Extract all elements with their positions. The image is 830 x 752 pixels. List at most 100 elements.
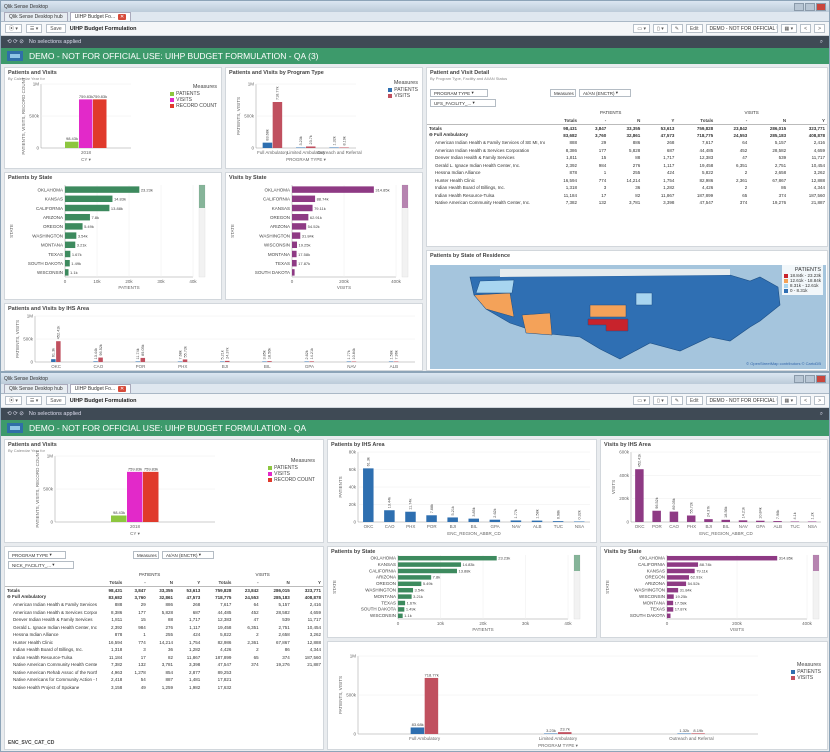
column-header[interactable]: N [260, 578, 292, 587]
aian-dropdown[interactable]: AI/AN (ENCTR) ▾ [162, 551, 214, 559]
bar-oregon[interactable] [667, 575, 690, 580]
patients-state-panel[interactable]: Patients by State 0 10k 20k 30k 40k OKLAHOMA 2… [327, 546, 597, 638]
table-row[interactable]: American Indian Health & Family Services… [5, 601, 323, 609]
patients-visits-panel[interactable]: Patients and Visits By Calendar Year for… [4, 67, 222, 169]
visits-state-panel[interactable]: Visits by State 0 200k 400k OKLAHOMA 314.85k… [225, 172, 423, 300]
scrollbar-thumb[interactable] [574, 555, 580, 571]
table-row[interactable]: Hunter Health Clinic 16,594 774 14,214 1,754… [5, 639, 323, 647]
bar-california[interactable] [65, 204, 110, 212]
bar-texas[interactable] [398, 600, 406, 606]
column-header[interactable]: - [579, 116, 609, 125]
legend-item-visits[interactable]: VISITS [388, 93, 418, 99]
column-header[interactable]: - [124, 578, 148, 587]
tab-app[interactable]: UIHP Budget Fo... ✕ [69, 384, 132, 393]
save-button[interactable]: Save [46, 396, 66, 405]
bar-visits-outreach-and-referral[interactable] [339, 147, 349, 148]
bar-oregon[interactable] [65, 223, 83, 230]
bar-visits-cao[interactable] [669, 511, 679, 522]
aian-dropdown[interactable]: AI/AN (ENCTR) ▾ [579, 89, 631, 97]
bar-visits-tuc[interactable] [790, 521, 800, 523]
bar-visits-outreach-and-referral[interactable] [691, 733, 705, 734]
bar-patients-bji[interactable] [447, 517, 458, 522]
bar-arizona[interactable] [398, 575, 432, 580]
bar-wisconsin[interactable] [65, 269, 69, 276]
close-button[interactable] [816, 374, 826, 383]
patients-visits-panel[interactable]: Patients and Visits By Calendar Year for… [4, 439, 324, 543]
bar-visits-phx[interactable] [686, 515, 696, 522]
bar-arizona[interactable] [65, 213, 90, 221]
bar-patients-phx[interactable] [405, 511, 416, 522]
bar-visits-alb[interactable] [393, 361, 399, 363]
selection-tools-icon[interactable]: ⟲ ⟳ ⊘ [7, 39, 24, 45]
bar-visits-gpa[interactable] [756, 520, 765, 522]
patients-ihs-panel[interactable]: Patients by IHS Area 0 20k 40k 60k 80k PATIEN… [327, 439, 597, 543]
scrollbar-thumb[interactable] [199, 185, 205, 208]
bar-patients-cao[interactable] [384, 510, 395, 522]
patients-state-panel[interactable]: Patients by State 0 10k 20k 30k 40k OKLAHOMA 2… [4, 172, 222, 300]
search-icon[interactable]: ⌕ [820, 39, 823, 46]
column-header[interactable]: Totals [202, 578, 234, 587]
bar-california[interactable] [292, 195, 316, 203]
bar-texas[interactable] [65, 250, 71, 258]
x-axis-label[interactable]: PROGRAM TYPE ▾ [538, 743, 578, 748]
table-row[interactable]: Gerald L. Ignace Indian Health Center, I… [5, 624, 323, 632]
map-panel[interactable]: Patients by State of Residence PATIENTS … [426, 250, 828, 371]
bar-patients-full-ambulatory[interactable] [410, 727, 425, 734]
bar-south-dakota[interactable] [398, 607, 405, 612]
x-axis-label[interactable]: ENC_REGION_ABBR_CD [447, 531, 501, 536]
close-button[interactable] [816, 2, 826, 11]
bar-visits-nav[interactable] [351, 361, 357, 363]
program-type-dropdown[interactable]: PROGRAM TYPE ▾ [8, 551, 66, 559]
bar-record-count-2018[interactable] [93, 99, 107, 148]
bar-oregon[interactable] [292, 213, 309, 221]
map-attribution[interactable]: © OpenStreetMap contributors © CartoDB [746, 361, 821, 366]
next-sheet-button[interactable]: > [814, 396, 825, 405]
edit-button[interactable]: Edit [685, 24, 703, 33]
bar-patients-nsa[interactable] [573, 521, 585, 523]
maximize-button[interactable] [805, 374, 815, 383]
x-axis-label[interactable]: CY ▾ [130, 531, 140, 536]
bar-visits-nav[interactable] [738, 520, 748, 522]
close-tab-icon[interactable]: ✕ [118, 14, 127, 20]
edit-pencil-icon[interactable]: ✎ [670, 396, 683, 405]
bar-south-dakota[interactable] [667, 613, 671, 619]
bar-montana[interactable] [667, 600, 674, 606]
bar-visits-bji[interactable] [225, 360, 230, 362]
bar-california[interactable] [398, 568, 457, 574]
bar-wisconsin[interactable] [667, 594, 674, 599]
bar-visits-2018[interactable] [79, 99, 93, 148]
bar-visits-bil[interactable] [721, 519, 731, 522]
bar-patients-gpa[interactable] [304, 361, 309, 363]
bar-montana[interactable] [292, 250, 297, 258]
table-row[interactable]: American Indian Health & Family Services… [427, 139, 827, 147]
bar-oregon[interactable] [398, 581, 422, 587]
bar-patients-okc[interactable] [51, 359, 56, 362]
bar-patients-2018[interactable] [65, 141, 79, 148]
bar-visits-full-ambulatory[interactable] [424, 677, 439, 734]
bar-oklahoma[interactable] [65, 186, 140, 193]
bar-patients-bji[interactable] [220, 361, 225, 363]
minimize-button[interactable] [794, 374, 804, 383]
bar-patients-okc[interactable] [363, 468, 374, 522]
bar-visits-full-ambulatory[interactable] [272, 101, 283, 148]
bar-montana[interactable] [65, 241, 76, 249]
column-header[interactable]: N [147, 578, 175, 587]
table-row[interactable]: American Indian Health & Services Corpor… [427, 147, 827, 155]
bar-visits-gpa[interactable] [309, 361, 314, 362]
bar-patients-cao[interactable] [93, 361, 98, 362]
bar-patients-tuc[interactable] [552, 521, 564, 522]
table-row[interactable]: Indian Health Resource-Tulsa 11,184 17 82 11… [427, 192, 827, 200]
search-icon[interactable]: ⌕ [820, 411, 823, 418]
bar-kansas[interactable] [65, 195, 113, 203]
bar-washington[interactable] [667, 587, 679, 593]
bar-montana[interactable] [398, 594, 412, 599]
table-row[interactable]: Indian Health Resource-Tulsa 11,184 17 82 11… [5, 654, 323, 662]
bar-patients-bil[interactable] [262, 361, 267, 363]
table-row[interactable]: Totals 98,431 3,847 33,355 53,613 759,828 23,8… [427, 124, 827, 132]
edit-button[interactable]: Edit [685, 396, 703, 405]
visits-state-panel[interactable]: Visits by State 0 200k 400k OKLAHOMA 314.85k… [600, 546, 828, 638]
bar-patients-2018[interactable] [111, 515, 127, 522]
bar-record-count-2018[interactable] [143, 471, 159, 522]
bar-visits-por[interactable] [140, 357, 146, 362]
bar-oklahoma[interactable] [667, 555, 778, 561]
